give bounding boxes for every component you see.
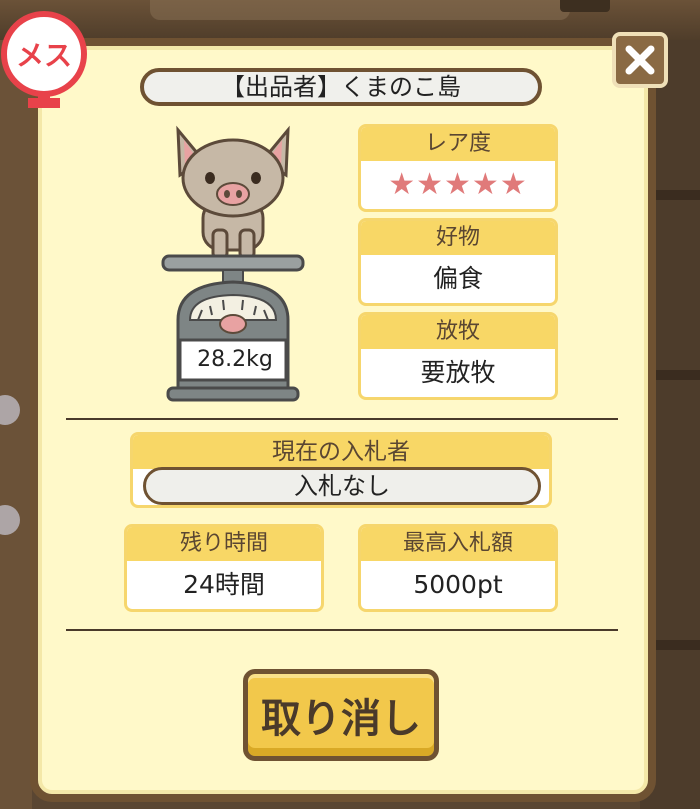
time-left-box: 残り時間 24時間 xyxy=(124,524,324,612)
grazing-label: 放牧 xyxy=(361,315,555,349)
background-bubble xyxy=(0,505,20,535)
background-header xyxy=(0,0,700,40)
weight-readout: 28.2kg xyxy=(197,347,273,372)
divider xyxy=(66,629,618,631)
favorite-value: 偏食 xyxy=(432,264,483,293)
close-button[interactable] xyxy=(612,32,668,88)
divider xyxy=(66,418,618,420)
cancel-button[interactable]: 取り消し xyxy=(243,669,439,761)
grazing-value: 要放牧 xyxy=(420,358,496,387)
rarity-box: レア度 ★★★★★ xyxy=(358,124,558,212)
current-bidder-value: 入札なし xyxy=(143,467,541,505)
gender-label: メス xyxy=(15,39,72,72)
background-button xyxy=(560,0,610,12)
close-icon xyxy=(625,45,655,75)
highest-bid-box: 最高入札額 5000pt xyxy=(358,524,558,612)
background-left xyxy=(0,40,32,809)
favorite-box: 好物 偏食 xyxy=(358,218,558,306)
grazing-box: 放牧 要放牧 xyxy=(358,312,558,400)
current-bidder-box: 現在の入札者 入札なし xyxy=(130,432,552,508)
gender-badge: メス xyxy=(0,10,90,110)
current-bidder-label: 現在の入札者 xyxy=(133,435,549,469)
time-left-label: 残り時間 xyxy=(127,527,321,561)
time-left-value: 24時間 xyxy=(183,570,265,599)
favorite-label: 好物 xyxy=(361,221,555,255)
rarity-stars: ★★★★★ xyxy=(388,167,528,202)
auction-detail-panel: 【出品者】くまのこ島 28.2kg レア度 ★★★★★ 好物 偏食 放牧 要放牧… xyxy=(30,38,656,802)
pig-illustration: 28.2kg xyxy=(158,120,313,410)
rarity-label: レア度 xyxy=(361,127,555,161)
background-bubble xyxy=(0,395,20,425)
highest-bid-value: 5000pt xyxy=(413,570,503,599)
highest-bid-label: 最高入札額 xyxy=(361,527,555,561)
seller-label: 【出品者】くまのこ島 xyxy=(140,68,542,106)
background-title-bar xyxy=(150,0,570,20)
